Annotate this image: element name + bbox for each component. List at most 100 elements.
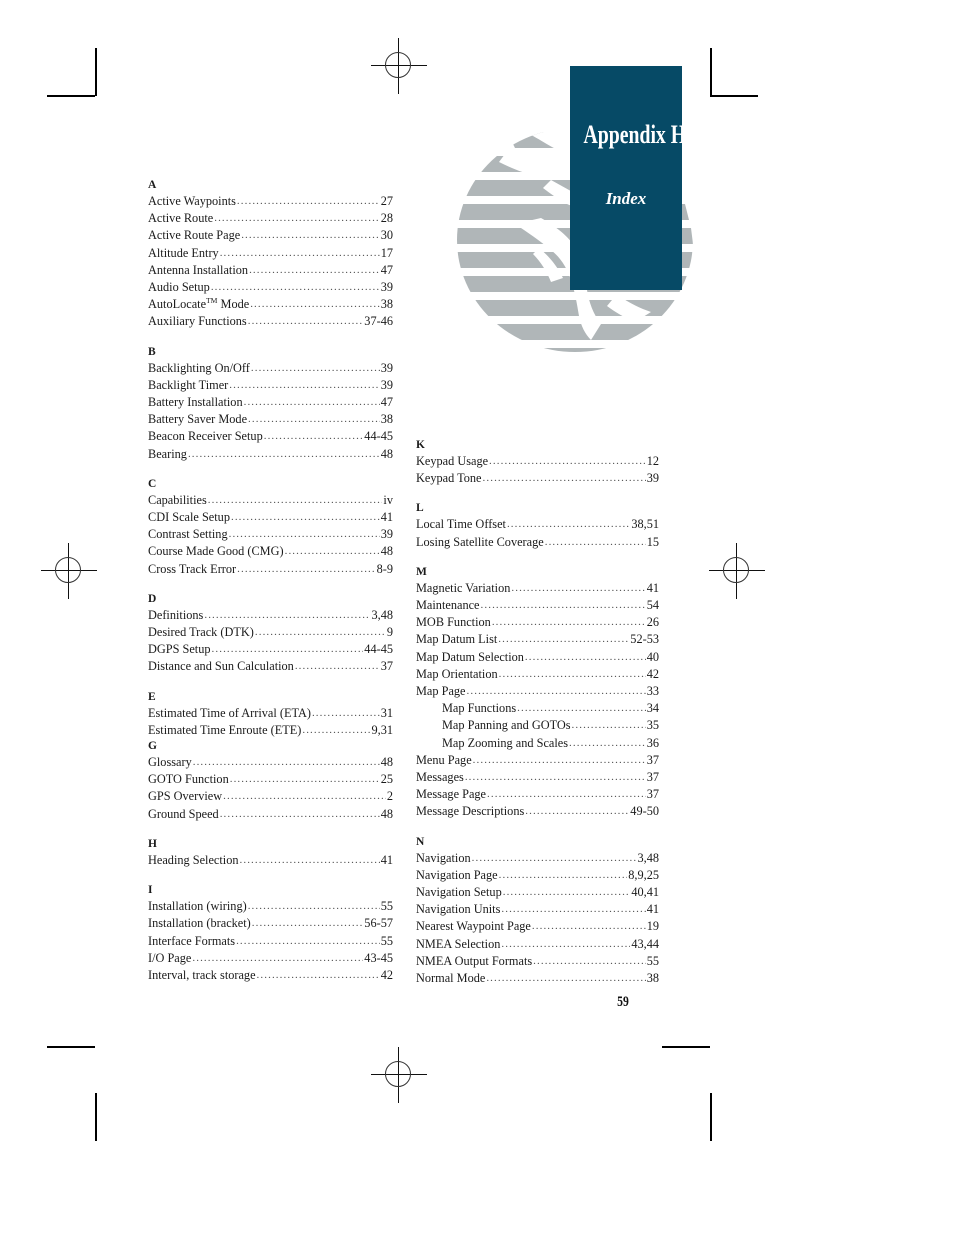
dot-leader: ........................................… [229,773,380,786]
index-entry[interactable]: Ground Speed ...........................… [148,806,393,823]
dot-leader: ........................................… [219,246,380,259]
index-entry[interactable]: Installation (wiring) ..................… [148,898,393,915]
index-entry[interactable]: Active Route ...........................… [148,210,393,227]
index-entry[interactable]: Map Functions ..........................… [416,700,659,717]
index-entry[interactable]: Audio Setup.............................… [148,279,393,296]
index-entry-pages: 2 [386,789,393,804]
index-entry[interactable]: Normal Mode ............................… [416,970,659,987]
index-entry-pages: 52-53 [630,632,659,647]
index-entry-pages: iv [383,492,393,507]
dot-leader: ........................................… [506,518,631,531]
index-entry[interactable]: Contrast Setting........................… [148,526,393,543]
index-entry[interactable]: Map Panning and GOTOs...................… [416,717,659,734]
index-entry[interactable]: DGPS Setup..............................… [148,641,393,658]
index-section-letter: I [148,884,153,897]
index-entry[interactable]: Backlighting On/Off.....................… [148,360,393,377]
index-entry[interactable]: Interval, track storage ................… [148,967,393,984]
index-entry[interactable]: Interface Formats.......................… [148,933,393,950]
index-entry[interactable]: Bearing ................................… [148,446,393,463]
index-entry[interactable]: Desired Track (DTK) ....................… [148,624,393,641]
index-entry[interactable]: NMEA Output Formats ....................… [416,953,659,970]
index-entry[interactable]: NMEA Selection .........................… [416,936,659,953]
index-entry[interactable]: Map Orientation ........................… [416,666,659,683]
index-entry[interactable]: Navigation .............................… [416,850,659,867]
index-entry-pages: 27 [380,194,393,208]
index-entry[interactable]: Capabilities ...........................… [148,492,393,509]
index-entry-label: Navigation Units [416,902,501,917]
index-entry-pages: 54 [646,598,659,613]
index-entry[interactable]: Losing Satellite Coverage ..............… [416,534,659,551]
index-entry[interactable]: Auxiliary Functions ....................… [148,313,393,330]
index-entry[interactable]: Maintenance ............................… [416,597,659,614]
index-entry[interactable]: Map Zooming and Scales .................… [416,735,659,752]
index-entry-pages: 3,48 [637,850,659,865]
index-entry[interactable]: Messages................................… [416,769,659,786]
index-entry[interactable]: Battery Installation....................… [148,394,393,411]
index-entry[interactable]: Keypad Tone ............................… [416,470,659,487]
dot-leader: ........................................… [498,868,628,881]
index-entry[interactable]: Keypad Usage ...........................… [416,453,659,470]
registration-ring [723,557,749,583]
index-entry-pages: 48 [380,446,393,461]
index-entry[interactable]: MOB Function............................… [416,614,659,631]
index-entry-pages: 39 [646,471,659,486]
index-entry[interactable]: GPS Overview ...........................… [148,788,393,805]
registration-target-left [41,543,97,599]
index-entry[interactable]: Definitions.............................… [148,607,393,624]
index-entry[interactable]: Nearest Waypoint Page...................… [416,918,659,935]
index-entry[interactable]: Cross Track Error ......................… [148,561,393,578]
index-entry-pages: 30 [380,228,393,243]
index-entry[interactable]: Estimated Time Enroute (ETE) ...........… [148,722,393,739]
dot-leader: ........................................… [241,229,380,242]
index-entry-pages: 26 [646,615,659,630]
index-entry[interactable]: Menu Page ..............................… [416,752,659,769]
index-entry[interactable]: Altitude Entry..........................… [148,245,393,262]
index-entry[interactable]: Beacon Receiver Setup...................… [148,428,393,445]
index-entry[interactable]: Magnetic Variation......................… [416,580,659,597]
dot-leader: ........................................… [204,608,371,621]
index-entry[interactable]: GOTO Function ..........................… [148,771,393,788]
index-entry-label: Nearest Waypoint Page [416,919,531,934]
crop-mark-top-left-horizontal [47,95,95,97]
index-entry[interactable]: Active Waypoints........................… [148,193,393,210]
index-entry[interactable]: Map Datum Selection ....................… [416,649,659,666]
index-entry[interactable]: Active Route Page.......................… [148,227,393,244]
index-entry-label: Contrast Setting [148,527,228,542]
index-entry[interactable]: CDI Scale Setup.........................… [148,509,393,526]
index-entry[interactable]: Message Page ...........................… [416,786,659,803]
index-entry-pages: 41 [646,580,659,595]
index-entry[interactable]: Heading Selection ......................… [148,852,393,869]
index-entry[interactable]: Estimated Time of Arrival (ETA).........… [148,705,393,722]
index-entry-pages: 48 [380,806,393,821]
dot-leader: ........................................… [210,281,380,294]
index-entry[interactable]: Navigation Setup .......................… [416,884,659,901]
index-entry-label: Map Page [416,684,466,699]
index-entry[interactable]: Distance and Sun Calculation ...........… [148,658,393,675]
dot-leader: ........................................… [254,626,386,639]
index-entry[interactable]: Local Time Offset ......................… [416,516,659,533]
index-entry-pages: 8-9 [376,561,393,576]
index-entry[interactable]: Glossary................................… [148,754,393,771]
index-entry-pages: 37 [646,770,659,785]
index-entry[interactable]: Map Page................................… [416,683,659,700]
index-entry[interactable]: Battery Saver Mode .....................… [148,411,393,428]
index-entry[interactable]: I/O Page ...............................… [148,950,393,967]
index-entry[interactable]: Antenna Installation ...................… [148,262,393,279]
index-entry-pages: 37-46 [364,314,393,329]
index-entry-pages: 40 [646,649,659,664]
index-entry[interactable]: Backlight Timer ........................… [148,377,393,394]
index-entry-label: DGPS Setup [148,642,211,657]
dot-leader: ........................................… [482,472,646,485]
index-entry[interactable]: Installation (bracket) .................… [148,915,393,932]
index-entry[interactable]: Navigation Page.........................… [416,867,659,884]
index-entry[interactable]: Navigation Units........................… [416,901,659,918]
index-entry[interactable]: Course Made Good (CMG) .................… [148,543,393,560]
index-entry[interactable]: AutoLocateTM Mode.......................… [148,296,393,313]
index-entry[interactable]: Map Datum List .........................… [416,631,659,648]
dot-leader: ........................................… [524,650,646,663]
index-entry[interactable]: Message Descriptions ...................… [416,803,659,820]
index-entry-label: Antenna Installation [148,262,249,277]
appendix-header-box: Appendix H Index [570,66,686,290]
index-entry-pages: 25 [380,772,393,787]
index-entry-label: NMEA Selection [416,936,501,951]
